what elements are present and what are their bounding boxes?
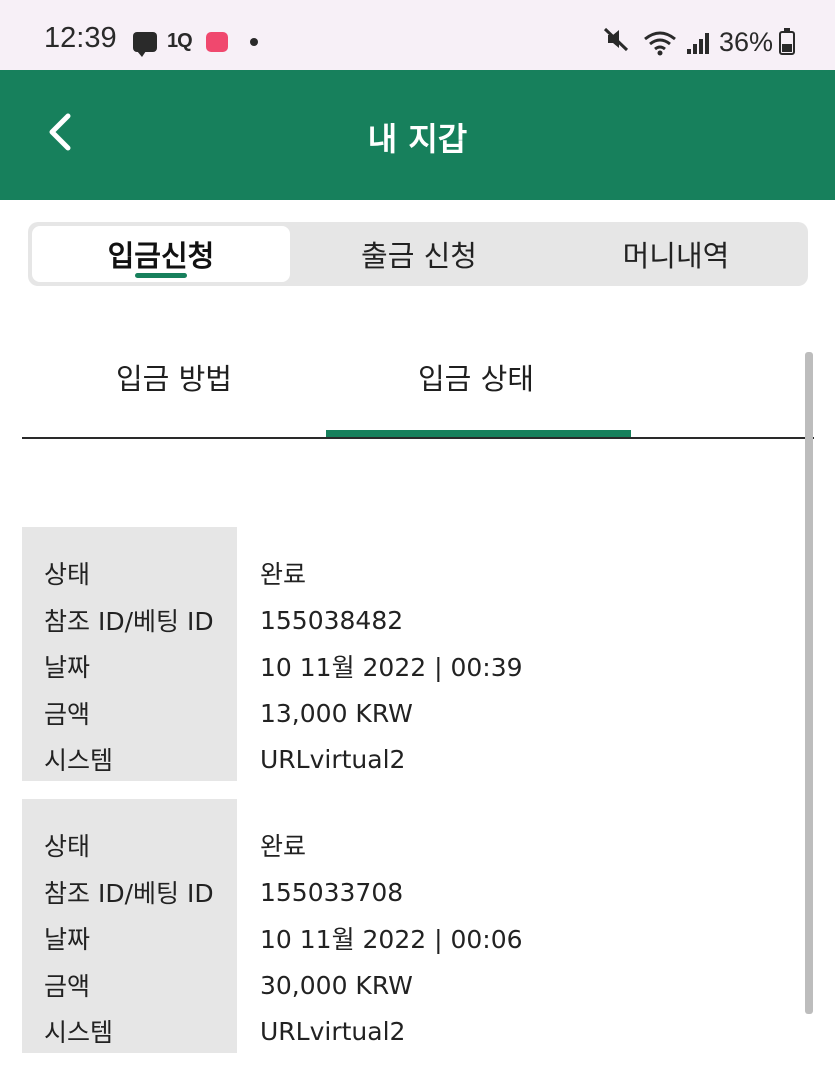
system-icons: 36% (601, 26, 795, 59)
value-system: URLvirtual2 (260, 1016, 406, 1046)
tab-deposit-request[interactable]: 입금신청 (32, 226, 290, 282)
tab-label: 출금 신청 (361, 239, 477, 273)
label-reference-id: 참조 ID/베팅 ID (44, 879, 214, 908)
deposit-record: 상태 완료 참조 ID/베팅 ID 155033708 날짜 10 11월 20… (22, 799, 782, 1053)
value-status: 완료 (260, 832, 307, 861)
onestore-icon: 1Q (167, 30, 193, 52)
subtab-active-indicator (326, 430, 631, 437)
label-system: 시스템 (44, 1018, 114, 1047)
status-time: 12:39 (44, 22, 117, 54)
notification-icons: 1Q (133, 30, 258, 57)
tab-withdrawal-request[interactable]: 출금 신청 (290, 226, 548, 282)
subtab-divider (22, 437, 814, 439)
label-amount: 금액 (44, 972, 91, 1001)
label-date: 날짜 (44, 925, 91, 954)
scrollbar[interactable] (805, 352, 813, 1014)
battery-percent: 36% (718, 27, 773, 57)
tab-money-history[interactable]: 머니내역 (548, 226, 804, 282)
app-header: 내 지갑 (0, 70, 835, 200)
label-status: 상태 (44, 560, 91, 589)
value-date: 10 11월 2022 | 00:39 (260, 653, 523, 682)
status-bar: 12:39 1Q 36% (0, 0, 835, 70)
value-system: URLvirtual2 (260, 744, 406, 774)
wallet-tabs: 입금신청 출금 신청 머니내역 (28, 222, 808, 286)
value-date: 10 11월 2022 | 00:06 (260, 925, 523, 954)
page-title: 내 지갑 (367, 120, 468, 158)
active-tab-indicator (135, 273, 187, 278)
deposit-record: 상태 완료 참조 ID/베팅 ID 155038482 날짜 10 11월 20… (22, 527, 782, 781)
wifi-icon (643, 30, 677, 56)
label-date: 날짜 (44, 653, 91, 682)
tab-label: 입금신청 (107, 239, 215, 273)
label-status: 상태 (44, 832, 91, 861)
value-reference-id: 155033708 (260, 877, 404, 907)
tab-label: 머니내역 (622, 239, 730, 273)
subtab-deposit-status[interactable]: 입금 상태 (418, 356, 534, 398)
grip-app-icon (205, 31, 228, 52)
signal-icon (685, 32, 709, 54)
value-amount: 30,000 KRW (260, 970, 413, 1000)
label-amount: 금액 (44, 700, 91, 729)
chat-icon (133, 31, 157, 57)
label-reference-id: 참조 ID/베팅 ID (44, 607, 214, 636)
value-reference-id: 155038482 (260, 605, 404, 635)
mute-icon (601, 26, 631, 59)
dot-icon (249, 37, 258, 46)
subtab-deposit-method[interactable]: 입금 방법 (116, 356, 232, 398)
battery-icon (779, 27, 795, 55)
label-system: 시스템 (44, 746, 114, 775)
value-amount: 13,000 KRW (260, 698, 413, 728)
value-status: 완료 (260, 560, 307, 589)
